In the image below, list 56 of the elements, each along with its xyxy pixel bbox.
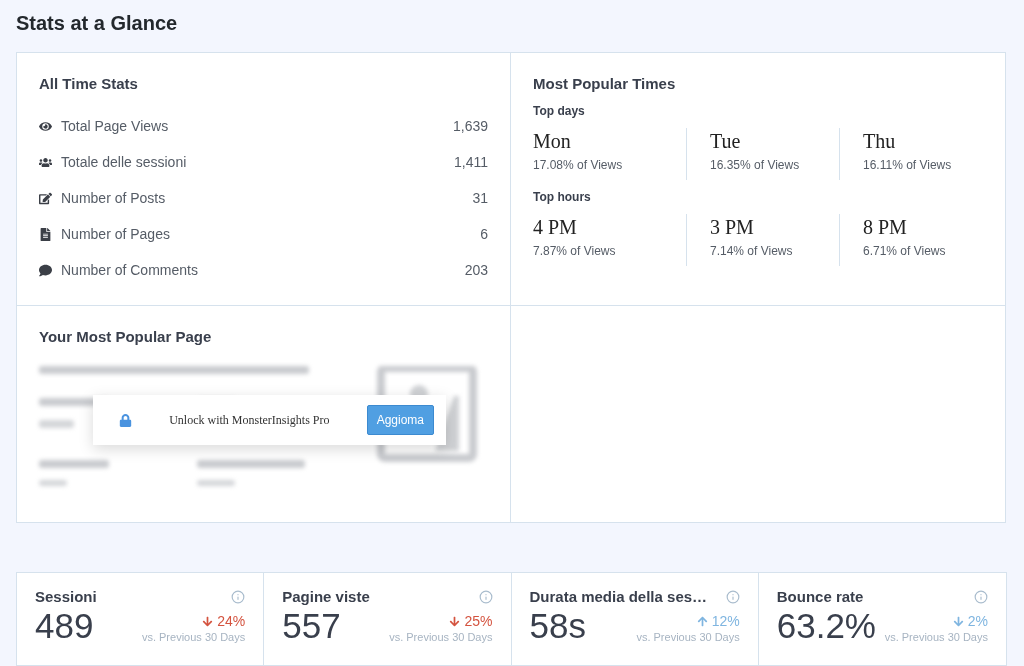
info-icon[interactable] (725, 589, 740, 604)
info-icon[interactable] (974, 589, 988, 604)
views-share: 16.11% of Views (863, 158, 953, 172)
time-name: Thu (863, 129, 897, 154)
stat-label: Number of Comments (61, 262, 199, 278)
views-share: 16.35% of Views (710, 158, 801, 172)
stat-label: Number of Posts (61, 190, 167, 206)
comparison-label: vs. Previous 30 Days (141, 631, 246, 643)
metric-label: Pagine viste (282, 588, 370, 605)
change-percent: 2% (952, 613, 988, 629)
upgrade-button[interactable]: Aggioma (366, 405, 434, 435)
users-icon (39, 155, 52, 169)
stat-value: 203 (464, 262, 488, 278)
lock-icon (119, 413, 132, 427)
info-icon[interactable] (478, 589, 493, 604)
metric-label: Bounce rate (776, 588, 864, 605)
metric-label: Sessioni (35, 588, 97, 605)
group-label: Top hours (533, 190, 592, 204)
section-title: Most Popular Times (533, 75, 677, 92)
section-title: Your Most Popular Page (39, 328, 213, 345)
comparison-label: vs. Previous 30 Days (636, 631, 740, 643)
stat-value: 1,639 (452, 118, 488, 134)
stat-label: Total Page Views (61, 118, 170, 134)
document-icon (39, 227, 52, 241)
info-icon[interactable] (231, 589, 246, 604)
comment-icon (39, 263, 52, 277)
eye-icon (39, 119, 52, 133)
metric-value: 489 (35, 605, 94, 647)
stat-value: 6 (480, 226, 488, 242)
metric-value: 58s (529, 605, 586, 647)
edit-icon (39, 191, 52, 205)
unlock-text: Unlock with MonsterInsights Pro (168, 412, 331, 428)
change-percent: 24% (202, 613, 246, 629)
time-name: Mon (533, 129, 572, 154)
views-share: 7.87% of Views (533, 244, 617, 258)
comparison-label: vs. Previous 30 Days (884, 631, 988, 643)
views-share: 17.08% of Views (533, 158, 624, 172)
views-share: 6.71% of Views (863, 244, 947, 258)
stat-label: Totale delle sessioni (61, 154, 188, 170)
time-name: 4 PM (533, 215, 578, 240)
time-name: 8 PM (863, 215, 908, 240)
metric-value: 557 (282, 605, 341, 647)
metric-label: Durata media della ses… (529, 588, 708, 605)
comparison-label: vs. Previous 30 Days (389, 631, 493, 643)
time-name: Tue (710, 129, 742, 154)
stat-value: 1,411 (454, 154, 488, 170)
group-label: Top days (533, 104, 586, 118)
time-name: 3 PM (710, 215, 755, 240)
stat-value: 31 (472, 190, 488, 206)
change-percent: 12% (696, 613, 740, 629)
views-share: 7.14% of Views (710, 244, 794, 258)
change-percent: 25% (449, 613, 493, 629)
section-title: All Time Stats (39, 75, 139, 92)
page-title: Stats at a Glance (16, 12, 179, 35)
stat-label: Number of Pages (61, 226, 171, 242)
metric-value: 63.2% (776, 605, 876, 647)
